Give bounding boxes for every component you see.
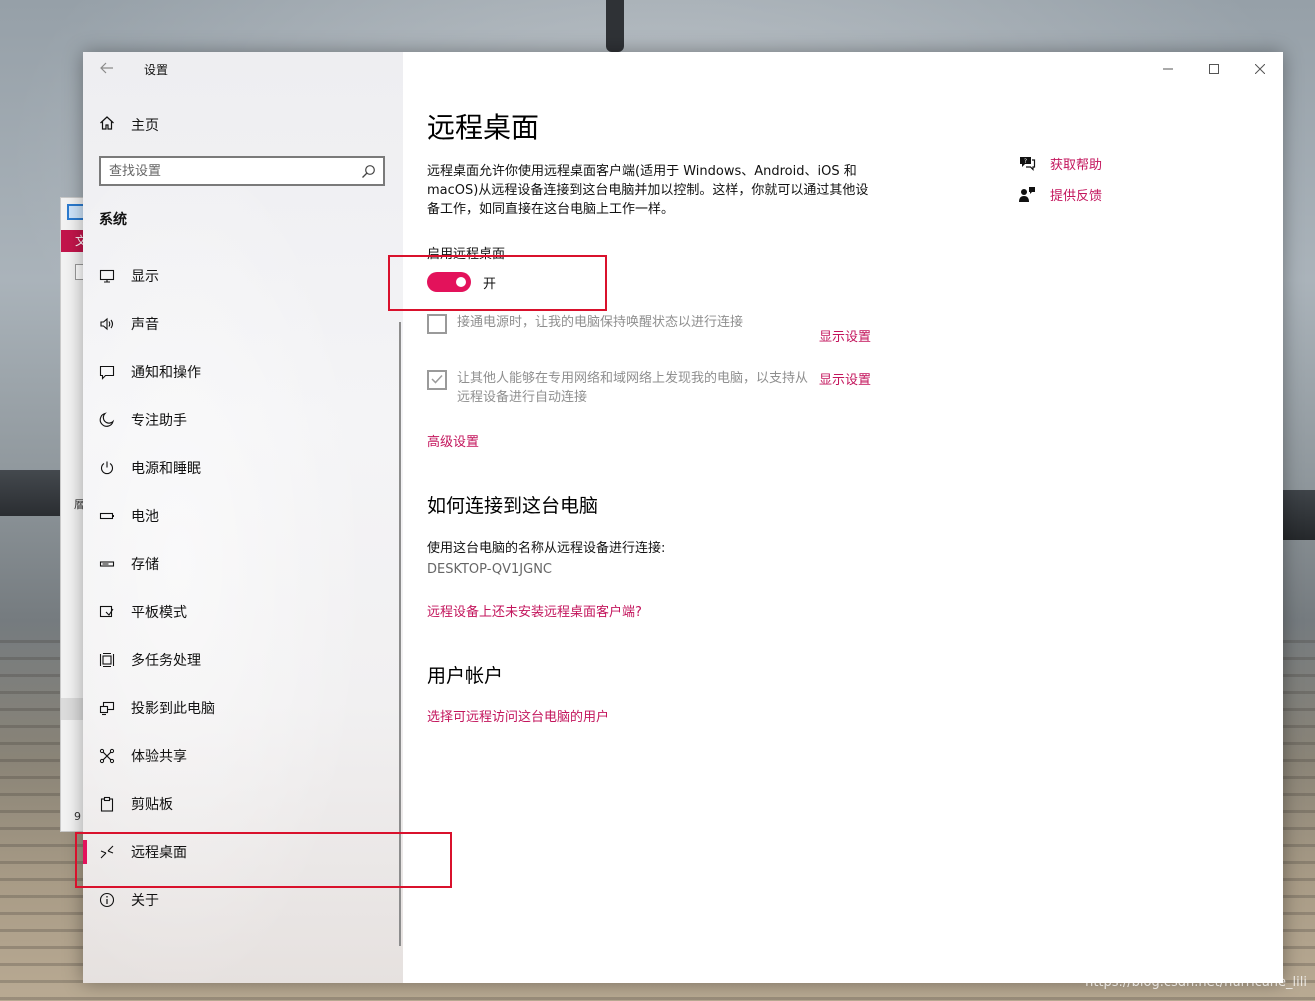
keep-awake-checkbox[interactable] <box>427 314 447 334</box>
computer-name: DESKTOP-QV1JGNC <box>427 562 552 577</box>
advanced-settings-link[interactable]: 高级设置 <box>427 431 479 450</box>
discoverable-option: 让其他人能够在专用网络和域网络上发现我的电脑，以支持从远程设备进行自动连接 <box>427 369 812 407</box>
close-button[interactable] <box>1237 52 1283 84</box>
sidebar-item-projecting[interactable]: 投影到此电脑 <box>83 684 399 732</box>
show-settings-link-power[interactable]: 显示设置 <box>819 326 871 345</box>
minimize-button[interactable] <box>1145 52 1191 84</box>
no-client-link[interactable]: 远程设备上还未安装远程桌面客户端? <box>427 601 642 620</box>
svg-text:?: ? <box>1024 158 1027 165</box>
discoverable-text: 让其他人能够在专用网络和域网络上发现我的电脑，以支持从远程设备进行自动连接 <box>457 371 809 405</box>
annotation-box-toggle <box>388 255 607 311</box>
storage-icon <box>99 556 115 572</box>
get-help-link[interactable]: ? 获取帮助 <box>1017 153 1102 173</box>
moon-icon <box>99 412 115 428</box>
sidebar-item-clipboard[interactable]: 剪贴板 <box>83 780 399 828</box>
help-link-label: 获取帮助 <box>1050 157 1103 173</box>
page-title: 远程桌面 <box>427 111 540 144</box>
info-icon <box>99 892 115 908</box>
speaker-icon <box>99 316 115 332</box>
sidebar-item-power-sleep[interactable]: 电源和睡眠 <box>83 444 399 492</box>
notification-icon <box>99 364 115 380</box>
sidebar-item-tablet-mode[interactable]: 平板模式 <box>83 588 399 636</box>
sidebar-item-label: 主页 <box>131 118 159 134</box>
search-input[interactable] <box>109 162 349 180</box>
sidebar-item-focus-assist[interactable]: 专注助手 <box>83 396 399 444</box>
sidebar-item-battery[interactable]: 电池 <box>83 492 399 540</box>
sidebar-item-home[interactable]: 主页 <box>99 115 159 135</box>
home-icon <box>99 115 115 135</box>
show-settings-link-network[interactable]: 显示设置 <box>819 369 871 388</box>
app-title: 设置 <box>144 63 169 77</box>
sidebar-item-label: 电源和睡眠 <box>131 461 201 477</box>
maximize-button[interactable] <box>1191 52 1237 84</box>
airplane-tail <box>606 0 624 52</box>
sidebar-item-label: 平板模式 <box>131 605 187 621</box>
give-feedback-link[interactable]: 提供反馈 <box>1017 184 1102 204</box>
keep-awake-option: 接通电源时，让我的电脑保持唤醒状态以进行连接 <box>427 313 812 334</box>
sidebar-nav: 显示 声音 通知和操作 专注助手 电源和睡眠 电池 存储 平板模式 多任务处理 … <box>83 252 399 924</box>
user-accounts-heading: 用户帐户 <box>427 665 504 687</box>
maximize-icon <box>1209 59 1219 78</box>
search-icon[interactable] <box>361 164 376 179</box>
feedback-icon <box>1017 184 1037 204</box>
window-controls <box>1145 52 1283 84</box>
watermark: https://blog.csdn.net/hurricane_lili <box>1085 975 1307 990</box>
help-links: ? 获取帮助 提供反馈 <box>1017 153 1102 215</box>
keep-awake-text: 接通电源时，让我的电脑保持唤醒状态以进行连接 <box>457 315 744 330</box>
sidebar-item-sound[interactable]: 声音 <box>83 300 399 348</box>
search-box[interactable] <box>99 156 385 186</box>
sidebar-item-storage[interactable]: 存储 <box>83 540 399 588</box>
help-link-label: 提供反馈 <box>1050 188 1103 204</box>
help-chat-icon: ? <box>1017 153 1037 173</box>
sidebar-item-label: 显示 <box>131 269 159 285</box>
sidebar-item-label: 投影到此电脑 <box>131 701 215 717</box>
sidebar-item-label: 通知和操作 <box>131 365 201 381</box>
power-icon <box>99 460 115 476</box>
monitor-icon <box>99 268 115 284</box>
select-users-link[interactable]: 选择可远程访问这台电脑的用户 <box>427 706 609 725</box>
how-to-connect-heading: 如何连接到这台电脑 <box>427 495 599 517</box>
shared-experiences-icon <box>99 748 115 764</box>
battery-icon <box>99 508 115 524</box>
sidebar-item-label: 电池 <box>131 509 159 525</box>
annotation-box-remote-desktop <box>75 832 452 888</box>
how-to-connect-text: 使用这台电脑的名称从远程设备进行连接: <box>427 541 666 556</box>
sidebar-item-label: 关于 <box>131 893 159 909</box>
sidebar-item-label: 多任务处理 <box>131 653 201 669</box>
sidebar-item-notifications[interactable]: 通知和操作 <box>83 348 399 396</box>
page-description: 远程桌面允许你使用远程桌面客户端(适用于 Windows、Android、iOS… <box>427 164 869 217</box>
item-count: 9 <box>74 810 81 823</box>
sidebar-item-label: 体验共享 <box>131 749 187 765</box>
section-title: 系统 <box>99 212 127 228</box>
sidebar-item-display[interactable]: 显示 <box>83 252 399 300</box>
sidebar-item-shared-experiences[interactable]: 体验共享 <box>83 732 399 780</box>
airplane-wing-right <box>1283 490 1315 540</box>
projecting-icon <box>99 700 115 716</box>
discoverable-checkbox[interactable] <box>427 370 447 390</box>
sidebar-item-label: 专注助手 <box>131 413 187 429</box>
tablet-mode-icon <box>99 604 115 620</box>
sidebar-item-label: 剪贴板 <box>131 797 173 813</box>
sidebar-item-label: 存储 <box>131 557 159 573</box>
content-pane: 远程桌面 远程桌面允许你使用远程桌面客户端(适用于 Windows、Androi… <box>403 52 1283 983</box>
sidebar-item-label: 声音 <box>131 317 159 333</box>
multitasking-icon <box>99 652 115 668</box>
minimize-icon <box>1163 59 1173 78</box>
back-arrow-icon[interactable] <box>99 60 115 76</box>
checkmark-icon <box>430 371 444 390</box>
close-icon <box>1254 59 1266 78</box>
sidebar-item-multitasking[interactable]: 多任务处理 <box>83 636 399 684</box>
clipboard-icon <box>99 796 115 812</box>
